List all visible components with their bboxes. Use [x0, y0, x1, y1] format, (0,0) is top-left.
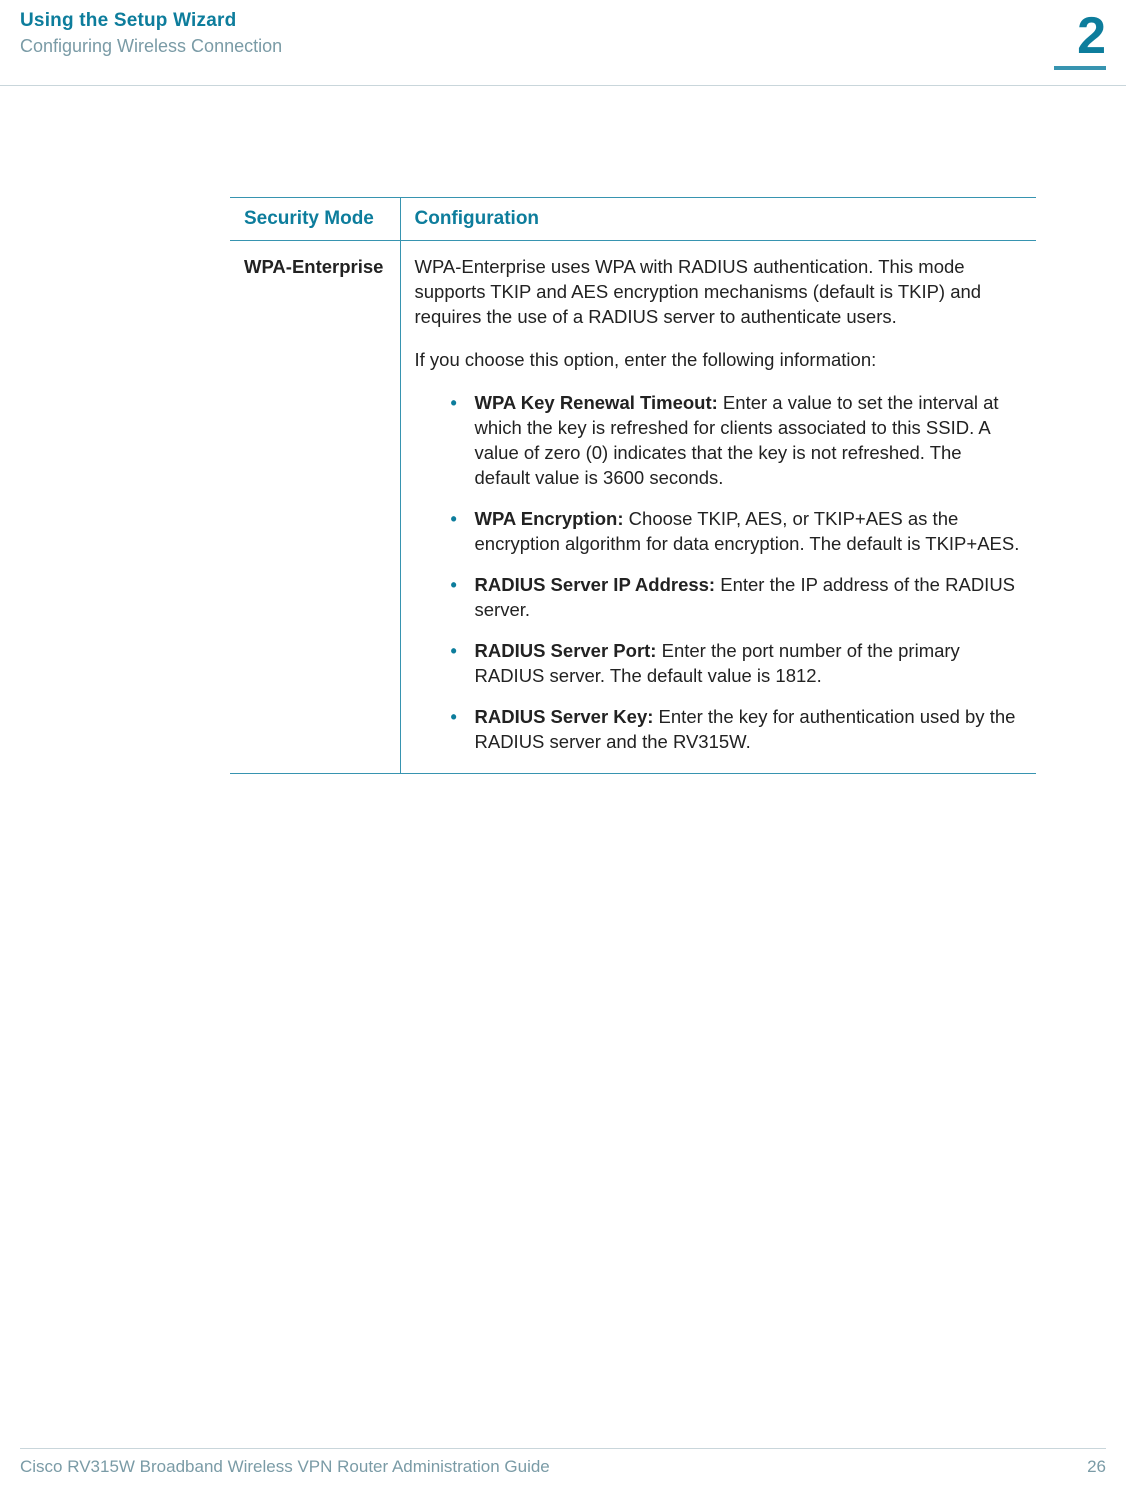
table-header-row: Security Mode Configuration — [230, 198, 1036, 241]
cell-configuration: WPA-Enterprise uses WPA with RADIUS auth… — [400, 241, 1036, 774]
header-security-mode: Security Mode — [230, 198, 400, 241]
footer-guide-title: Cisco RV315W Broadband Wireless VPN Rout… — [20, 1457, 550, 1477]
list-item: RADIUS Server Key: Enter the key for aut… — [451, 705, 1023, 755]
list-item: WPA Encryption: Choose TKIP, AES, or TKI… — [451, 507, 1023, 557]
bullet-label: RADIUS Server Key: — [475, 706, 654, 727]
bullet-label: RADIUS Server Port: — [475, 640, 657, 661]
footer-page-number: 26 — [1087, 1457, 1106, 1477]
config-intro: WPA-Enterprise uses WPA with RADIUS auth… — [415, 255, 1023, 330]
page-footer: Cisco RV315W Broadband Wireless VPN Rout… — [20, 1448, 1106, 1477]
list-item: RADIUS Server IP Address: Enter the IP a… — [451, 573, 1023, 623]
bullet-label: WPA Encryption: — [475, 508, 624, 529]
cell-security-mode: WPA-Enterprise — [230, 241, 400, 774]
list-item: RADIUS Server Port: Enter the port numbe… — [451, 639, 1023, 689]
security-mode-table: Security Mode Configuration WPA-Enterpri… — [230, 197, 1036, 774]
config-prompt: If you choose this option, enter the fol… — [415, 348, 1023, 373]
header-title: Using the Setup Wizard — [20, 10, 1106, 32]
header-configuration: Configuration — [400, 198, 1036, 241]
bullet-label: WPA Key Renewal Timeout: — [475, 392, 718, 413]
bullet-label: RADIUS Server IP Address: — [475, 574, 716, 595]
table-row: WPA-Enterprise WPA-Enterprise uses WPA w… — [230, 241, 1036, 774]
list-item: WPA Key Renewal Timeout: Enter a value t… — [451, 391, 1023, 491]
main-content: Security Mode Configuration WPA-Enterpri… — [0, 57, 1126, 774]
page-header: Using the Setup Wizard Configuring Wirel… — [0, 0, 1126, 57]
chapter-number: 2 — [1077, 6, 1106, 66]
header-subtitle: Configuring Wireless Connection — [20, 36, 1106, 57]
config-bullet-list: WPA Key Renewal Timeout: Enter a value t… — [415, 391, 1023, 755]
